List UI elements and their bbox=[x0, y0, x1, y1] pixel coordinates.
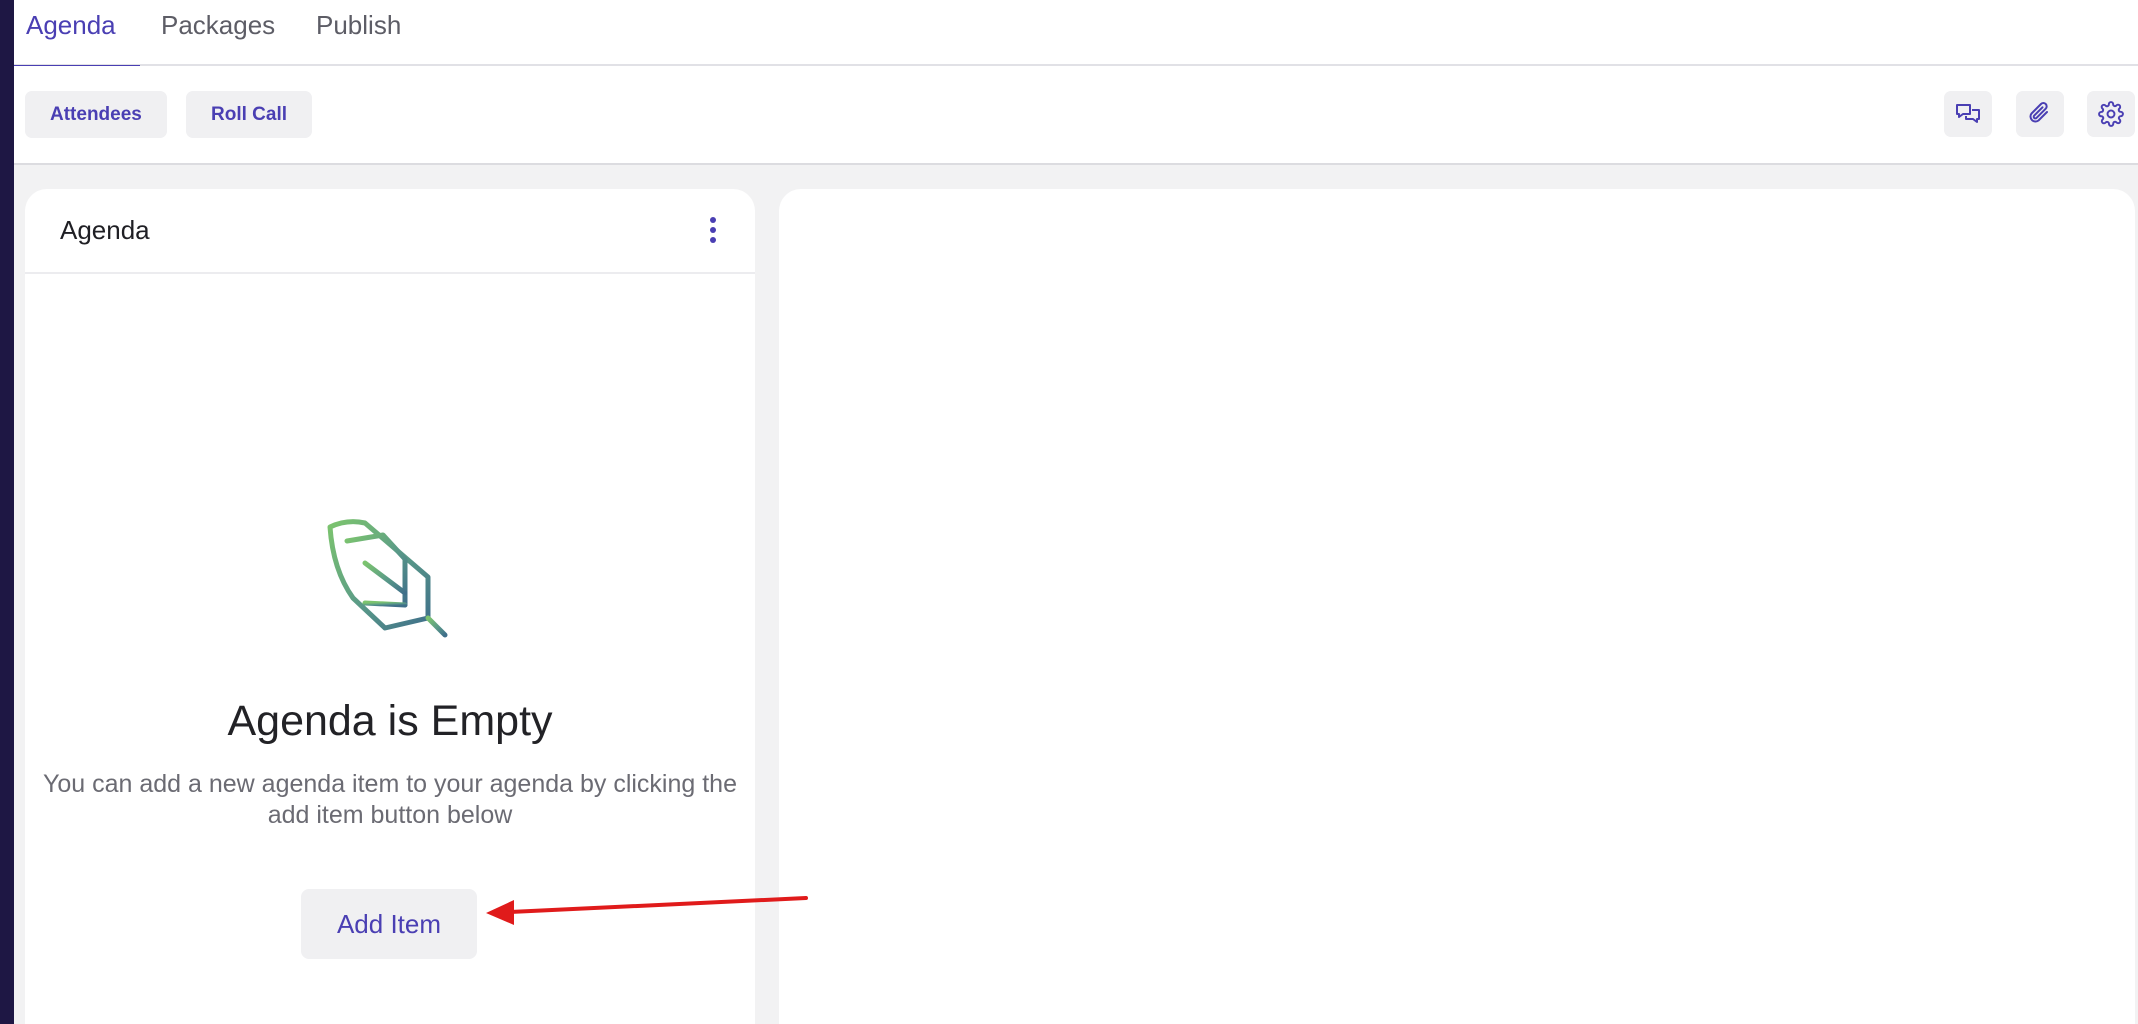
app-window: Agenda Packages Publish Attendees Roll C… bbox=[0, 0, 2138, 1024]
roll-call-button[interactable]: Roll Call bbox=[186, 91, 313, 138]
empty-state-title: Agenda is Empty bbox=[227, 697, 553, 745]
left-edge-strip bbox=[0, 0, 14, 1024]
tab-bar: Agenda Packages Publish bbox=[14, 0, 2138, 68]
agenda-panel-header: Agenda bbox=[25, 189, 755, 274]
empty-state-description-line-1: You can add a new agenda item to your ag… bbox=[42, 770, 737, 798]
comments-button[interactable] bbox=[1944, 91, 1992, 137]
leaf-icon bbox=[327, 519, 448, 638]
toolbar: Attendees Roll Call bbox=[14, 66, 2138, 165]
paperclip-icon bbox=[2029, 102, 2048, 123]
gear-icon bbox=[2098, 101, 2124, 127]
attachments-button[interactable] bbox=[2016, 91, 2064, 137]
attendees-button[interactable]: Attendees bbox=[25, 91, 167, 138]
agenda-panel: Agenda Agenda is Empty You can add a new… bbox=[25, 189, 755, 1024]
content-area: Agenda Agenda is Empty You can add a new… bbox=[14, 165, 2138, 1024]
empty-state-description: You can add a new agenda item to your ag… bbox=[39, 769, 741, 831]
add-item-button[interactable]: Add Item bbox=[301, 889, 477, 959]
settings-button[interactable] bbox=[2087, 91, 2135, 137]
tab-publish[interactable]: Publish bbox=[316, 0, 401, 66]
more-options-icon[interactable] bbox=[703, 211, 723, 249]
tab-packages[interactable]: Packages bbox=[161, 0, 275, 66]
tab-agenda[interactable]: Agenda bbox=[14, 0, 140, 68]
comments-icon bbox=[1956, 104, 1980, 123]
empty-state-description-line-2: add item button below bbox=[267, 801, 513, 829]
detail-panel bbox=[779, 189, 2135, 1024]
agenda-panel-title: Agenda bbox=[60, 215, 150, 245]
